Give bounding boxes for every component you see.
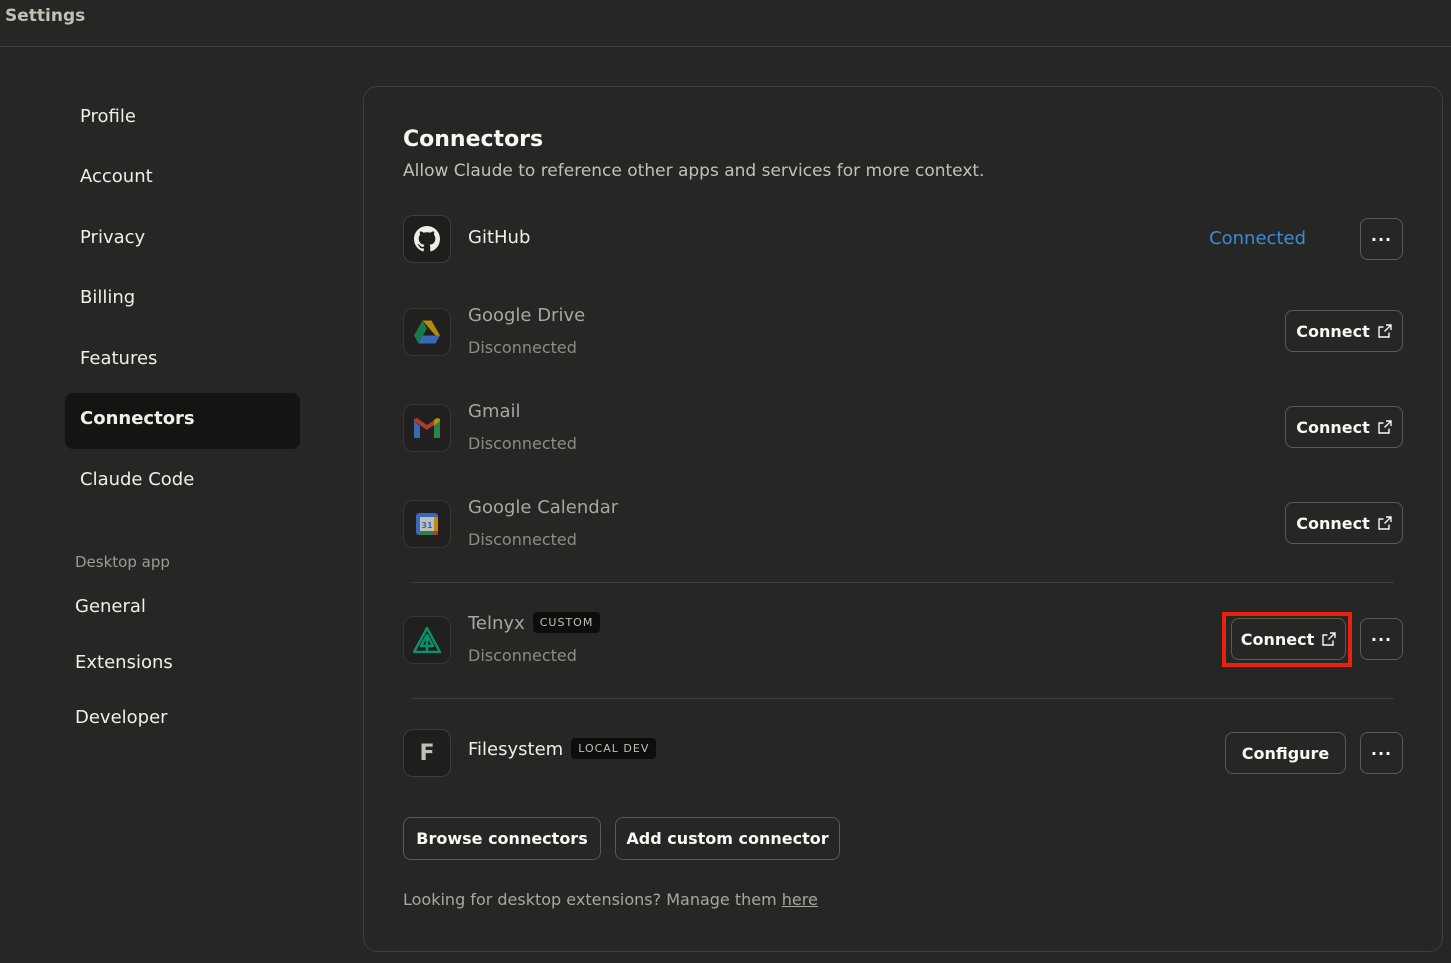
add-custom-connector-button[interactable]: Add custom connector [615, 817, 840, 860]
browse-connectors-button[interactable]: Browse connectors [403, 817, 601, 860]
connector-row-filesystem: F Filesystem LOCAL DEV Configure ··· [403, 729, 1403, 783]
sidebar-item-privacy[interactable]: Privacy [65, 212, 300, 268]
sidebar-section-desktop-app: Desktop app [75, 553, 170, 571]
sidebar-item-connectors[interactable]: Connectors [65, 393, 300, 449]
filesystem-configure-button[interactable]: Configure [1225, 732, 1346, 774]
connector-row-telnyx: Telnyx CUSTOM Disconnected Connect ··· [403, 611, 1403, 670]
connector-row-gmail: Gmail Disconnected Connect [403, 401, 1403, 458]
connected-status: Connected [1209, 228, 1306, 249]
manage-extensions-link[interactable]: here [782, 890, 818, 909]
github-icon [403, 215, 451, 263]
google-drive-icon [403, 308, 451, 356]
external-link-icon [1378, 420, 1392, 434]
connector-name: Telnyx [468, 613, 525, 634]
telnyx-icon [403, 616, 451, 664]
external-link-icon [1322, 632, 1336, 646]
sidebar-item-profile[interactable]: Profile [65, 91, 300, 147]
connector-name: Gmail [468, 401, 521, 422]
connector-status: Disconnected [468, 646, 577, 665]
connector-status: Disconnected [468, 338, 577, 357]
filesystem-letter: F [419, 740, 435, 766]
connector-row-github: GitHub Connected ··· [403, 215, 1403, 269]
local-dev-badge: LOCAL DEV [571, 737, 657, 759]
title-bar: Settings [0, 0, 1451, 47]
google-calendar-connect-button[interactable]: Connect [1285, 502, 1403, 544]
custom-badge: CUSTOM [532, 611, 601, 633]
sidebar-item-extensions[interactable]: Extensions [60, 637, 295, 693]
telnyx-connect-button[interactable]: Connect [1231, 618, 1346, 660]
google-calendar-icon: 31 [403, 500, 451, 548]
calendar-day-label: 31 [421, 521, 433, 530]
sidebar-item-billing[interactable]: Billing [65, 272, 300, 328]
connector-status: Disconnected [468, 434, 577, 453]
section-divider [412, 698, 1394, 699]
telnyx-more-button[interactable]: ··· [1360, 618, 1403, 660]
connect-label: Connect [1296, 321, 1370, 341]
sidebar-item-developer[interactable]: Developer [60, 692, 295, 748]
connector-name: GitHub [468, 227, 531, 248]
external-link-icon [1378, 516, 1392, 530]
external-link-icon [1378, 324, 1392, 338]
github-more-button[interactable]: ··· [1360, 218, 1403, 260]
connect-label: Connect [1296, 417, 1370, 437]
footer-note: Looking for desktop extensions? Manage t… [403, 890, 818, 909]
sidebar-item-claude-code[interactable]: Claude Code [65, 454, 300, 510]
connect-label: Connect [1296, 513, 1370, 533]
connector-name: Filesystem [468, 739, 564, 760]
connector-name-wrap: Filesystem LOCAL DEV [468, 737, 657, 761]
filesystem-icon: F [403, 729, 451, 777]
google-drive-connect-button[interactable]: Connect [1285, 310, 1403, 352]
gmail-connect-button[interactable]: Connect [1285, 406, 1403, 448]
page-title: Connectors [403, 127, 544, 152]
connector-row-google-calendar: 31 Google Calendar Disconnected Connect [403, 497, 1403, 554]
connector-name: Google Drive [468, 305, 586, 326]
window-title: Settings [5, 6, 86, 26]
page-subtitle: Allow Claude to reference other apps and… [403, 161, 985, 181]
sidebar-item-features[interactable]: Features [65, 333, 300, 389]
gmail-icon [403, 404, 451, 452]
section-divider [412, 582, 1394, 583]
sidebar-item-account[interactable]: Account [65, 151, 300, 207]
connector-status: Disconnected [468, 530, 577, 549]
connect-label: Connect [1240, 629, 1315, 649]
filesystem-more-button[interactable]: ··· [1360, 732, 1403, 774]
connectors-panel: Connectors Allow Claude to reference oth… [363, 86, 1443, 952]
sidebar-item-general[interactable]: General [60, 581, 295, 637]
connector-name: Google Calendar [468, 497, 619, 518]
connector-name-wrap: Telnyx CUSTOM [468, 611, 601, 635]
connector-row-google-drive: Google Drive Disconnected Connect [403, 305, 1403, 362]
footer-text: Looking for desktop extensions? Manage t… [403, 890, 782, 909]
